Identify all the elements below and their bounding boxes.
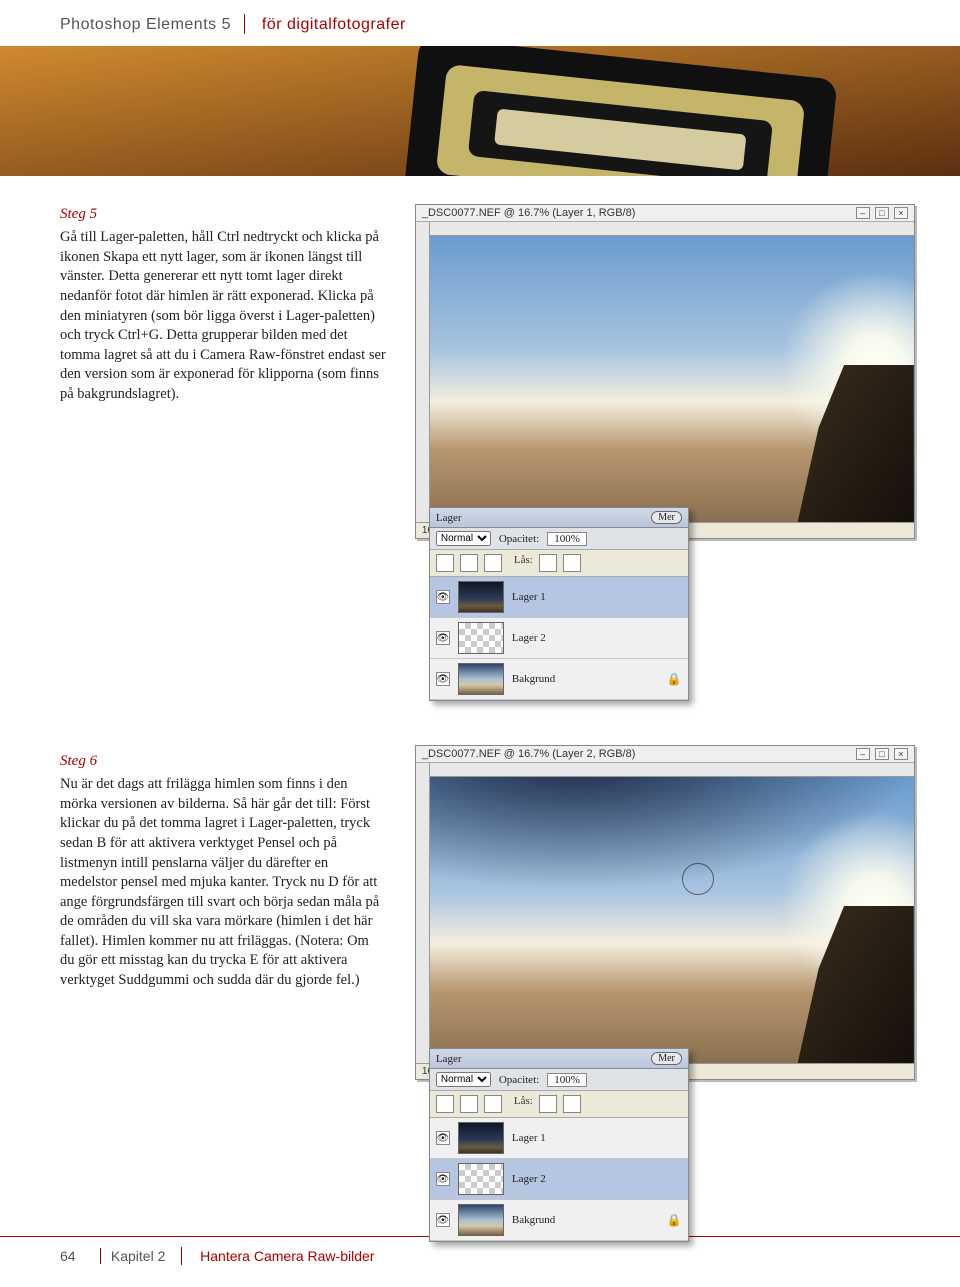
lock-all-icon[interactable]: [563, 1095, 581, 1113]
step6-figure: _DSC0077.NEF @ 16.7% (Layer 2, RGB/8) – …: [415, 745, 920, 1166]
page-header: Photoshop Elements 5 för digitalfotograf…: [0, 0, 960, 46]
step5-title: Steg 5: [60, 204, 387, 224]
layer-name: Lager 2: [512, 1173, 546, 1185]
lock-pixels-icon[interactable]: [539, 554, 557, 572]
brush-cursor: [682, 863, 714, 895]
lock-label: Lås:: [514, 554, 533, 572]
layer-row[interactable]: 👁 Lager 1: [430, 577, 688, 618]
lock-pixels-icon[interactable]: [539, 1095, 557, 1113]
layers-palette-a[interactable]: Lager Mer Normal Opacitet: 100% Lås:: [429, 507, 689, 701]
section-title: Hantera Camera Raw-bilder: [200, 1248, 374, 1264]
close-icon[interactable]: ×: [894, 207, 908, 219]
book-title: Photoshop Elements 5: [60, 16, 231, 33]
trash-icon[interactable]: [460, 1095, 478, 1113]
layer-thumb: [458, 1122, 504, 1154]
window-title-a: _DSC0077.NEF @ 16.7% (Layer 1, RGB/8): [422, 207, 636, 219]
ruler-vertical: [416, 222, 430, 522]
layer-thumb: [458, 622, 504, 654]
layer-thumb: [458, 663, 504, 695]
layer-row[interactable]: 👁 Lager 1: [430, 1118, 688, 1159]
step5-figure: _DSC0077.NEF @ 16.7% (Layer 1, RGB/8) – …: [415, 204, 920, 625]
step6-body: Nu är det dags att frilägga himlen som f…: [60, 775, 387, 990]
blend-mode-select[interactable]: Normal: [436, 1072, 491, 1087]
layer-thumb: [458, 1204, 504, 1236]
window-controls[interactable]: – □ ×: [854, 748, 908, 760]
layer-name: Lager 2: [512, 632, 546, 644]
ps-window-a: _DSC0077.NEF @ 16.7% (Layer 1, RGB/8) – …: [415, 204, 915, 539]
visibility-icon[interactable]: 👁: [436, 1172, 450, 1186]
ruler-horizontal: [430, 222, 914, 236]
layers-more-button[interactable]: Mer: [651, 511, 682, 524]
layer-thumb: [458, 1163, 504, 1195]
layer-thumb: [458, 581, 504, 613]
layer-name: Bakgrund: [512, 1214, 555, 1226]
header-divider: [244, 14, 245, 34]
step5-row: Steg 5 Gå till Lager-paletten, håll Ctrl…: [60, 204, 920, 625]
page-footer: 64 Kapitel 2 Hantera Camera Raw-bilder: [0, 1236, 960, 1287]
layers-title: Lager: [436, 512, 462, 524]
minimize-icon[interactable]: –: [856, 748, 870, 760]
lock-icon: 🔒: [667, 672, 682, 687]
lock-label: Lås:: [514, 1095, 533, 1113]
visibility-icon[interactable]: 👁: [436, 590, 450, 604]
opacity-value[interactable]: 100%: [547, 532, 587, 546]
new-layer-icon[interactable]: [436, 1095, 454, 1113]
step6-title: Steg 6: [60, 751, 387, 771]
lock-icon: 🔒: [667, 1213, 682, 1228]
link-icon[interactable]: [484, 554, 502, 572]
visibility-icon[interactable]: 👁: [436, 1131, 450, 1145]
step6-row: Steg 6 Nu är det dags att frilägga himle…: [60, 745, 920, 1166]
layer-row[interactable]: 👁 Lager 2: [430, 1159, 688, 1200]
blend-mode-select[interactable]: Normal: [436, 531, 491, 546]
layers-title: Lager: [436, 1053, 462, 1065]
layers-more-button[interactable]: Mer: [651, 1052, 682, 1065]
layer-row[interactable]: 👁 Lager 2: [430, 618, 688, 659]
ps-window-b: _DSC0077.NEF @ 16.7% (Layer 2, RGB/8) – …: [415, 745, 915, 1080]
close-icon[interactable]: ×: [894, 748, 908, 760]
book-subtitle: för digitalfotografer: [262, 16, 406, 33]
window-controls[interactable]: – □ ×: [854, 207, 908, 219]
trash-icon[interactable]: [460, 554, 478, 572]
minimize-icon[interactable]: –: [856, 207, 870, 219]
visibility-icon[interactable]: 👁: [436, 672, 450, 686]
layer-name: Bakgrund: [512, 673, 555, 685]
new-layer-icon[interactable]: [436, 554, 454, 572]
ruler-vertical: [416, 763, 430, 1063]
opacity-label: Opacitet:: [499, 533, 539, 545]
lock-all-icon[interactable]: [563, 554, 581, 572]
visibility-icon[interactable]: 👁: [436, 631, 450, 645]
link-icon[interactable]: [484, 1095, 502, 1113]
step5-body: Gå till Lager-paletten, håll Ctrl nedtry…: [60, 228, 387, 404]
opacity-value[interactable]: 100%: [547, 1073, 587, 1087]
maximize-icon[interactable]: □: [875, 748, 889, 760]
visibility-icon[interactable]: 👁: [436, 1213, 450, 1227]
layers-palette-b[interactable]: Lager Mer Normal Opacitet: 100% Lås:: [429, 1048, 689, 1242]
window-title-b: _DSC0077.NEF @ 16.7% (Layer 2, RGB/8): [422, 748, 636, 760]
banner-image: [0, 46, 960, 176]
page-number: 64: [60, 1248, 96, 1264]
layer-row[interactable]: 👁 Bakgrund 🔒: [430, 659, 688, 700]
layer-row[interactable]: 👁 Bakgrund 🔒: [430, 1200, 688, 1241]
chapter-label: Kapitel 2: [100, 1248, 165, 1264]
opacity-label: Opacitet:: [499, 1074, 539, 1086]
layer-name: Lager 1: [512, 1132, 546, 1144]
maximize-icon[interactable]: □: [875, 207, 889, 219]
ruler-horizontal: [430, 763, 914, 777]
footer-divider: [181, 1247, 182, 1265]
layer-name: Lager 1: [512, 591, 546, 603]
